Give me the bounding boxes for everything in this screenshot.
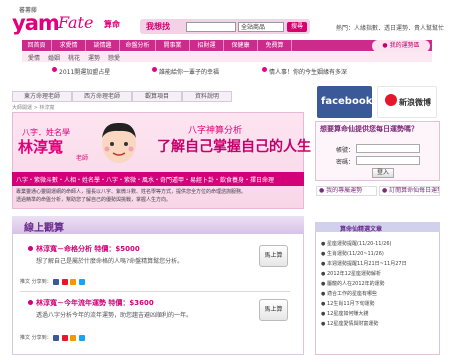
- search-category-select[interactable]: 全站商品: [238, 22, 284, 32]
- account-label: 帳號：: [336, 147, 355, 154]
- products-title: 線上觀算: [24, 223, 64, 234]
- buy-now-button[interactable]: 馬上算: [259, 245, 288, 267]
- share-row: 推文 分享到：: [20, 278, 86, 285]
- article-link[interactable]: ● 12星座愛情與財富運勢: [321, 320, 378, 327]
- divider: [20, 291, 290, 292]
- nav-item-wealth[interactable]: 招財運: [190, 40, 224, 51]
- logo-yam[interactable]: yam: [12, 11, 60, 35]
- featured-articles-title: 算命仙精選文章: [340, 226, 383, 233]
- search-button[interactable]: 搜尋: [287, 22, 307, 32]
- article-link[interactable]: ● 星座運勢提醒(11/20-11/26): [321, 240, 391, 247]
- product-description: 透過八字分析今年的流年運勢，助您趨吉避凶順利的一年。: [36, 312, 193, 319]
- facebook-icon[interactable]: [53, 278, 60, 285]
- search-label: 我想找: [146, 22, 170, 31]
- nav-item-free[interactable]: 免費算: [258, 40, 292, 51]
- subnav-item-dating[interactable]: 戀愛: [108, 53, 120, 62]
- buy-now-button[interactable]: 馬上算: [259, 299, 288, 321]
- twitter-icon[interactable]: [78, 334, 85, 341]
- bullet-icon: [28, 300, 33, 305]
- subnav-item-fortune[interactable]: 運勢: [88, 53, 100, 62]
- main-nav: 回首頁 求愛情 談情趣 命盤分析 開事業 招財運 保健康 免費算: [22, 40, 432, 51]
- logo-chinese: 算命: [104, 20, 120, 29]
- product-title[interactable]: 林淳寬－命格分析 特價：$5000: [36, 244, 140, 254]
- banner-specialties: 八字・紫微斗數・人相・姓名學・八字・紫微・風水・奇門遁甲・易經卜卦・飲食養身・擇…: [16, 177, 275, 184]
- tab-items[interactable]: 觀算項目: [132, 91, 182, 102]
- share-label: 推文 分享到：: [20, 335, 52, 341]
- sub-nav: [22, 52, 432, 62]
- bullet-icon: [28, 246, 33, 251]
- hot-links[interactable]: 熱門：人緣指數．透日運勢．貴人幫幫忙: [336, 23, 444, 32]
- account-field[interactable]: [356, 144, 420, 153]
- weibo-icon[interactable]: [61, 334, 68, 341]
- tab-info[interactable]: 資料說明: [182, 91, 232, 102]
- twitter-icon[interactable]: [78, 278, 85, 285]
- nav-item-love[interactable]: 求愛情: [52, 40, 86, 51]
- plurk-icon[interactable]: [70, 334, 77, 341]
- breadcrumb[interactable]: 大師開運 > 林淳寬: [12, 104, 54, 111]
- banner-description: 透過精準的命盤分析，幫助您了解自己的優勢與挑戰，掌握人生方向。: [16, 197, 172, 203]
- article-link[interactable]: ● 12星座如何賺大錢: [321, 310, 368, 317]
- nav-item-career[interactable]: 開事業: [156, 40, 190, 51]
- nav-item-home[interactable]: 回首頁: [22, 40, 52, 51]
- tab-eastern-masters[interactable]: 東方命理老師: [12, 91, 72, 102]
- subnav-item-peach[interactable]: 桃花: [68, 53, 80, 62]
- weibo-label: 新浪微博: [399, 98, 431, 107]
- news-bullet-icon: [52, 67, 57, 72]
- product-title[interactable]: 林淳寬－今年流年運勢 特價：$3600: [36, 298, 154, 308]
- news-item[interactable]: 情人事！你的今生姻緣有多深: [269, 67, 347, 76]
- article-link[interactable]: ● 本週運勢提醒11月21日~11月27日: [321, 260, 407, 267]
- share-label: 推文 分享到：: [20, 279, 52, 285]
- member-area-button[interactable]: ● 我的運勢區: [372, 40, 430, 52]
- banner-analysis: 八字神算分析: [188, 126, 243, 136]
- weibo-icon: [385, 94, 397, 106]
- password-field[interactable]: [356, 156, 420, 165]
- plurk-icon[interactable]: [70, 278, 77, 285]
- master-avatar-illustration: [102, 122, 136, 163]
- article-link[interactable]: ● 屬龍的人在2012年的運勢: [321, 280, 385, 287]
- search-input[interactable]: [186, 22, 236, 32]
- banner-slogan: 了解自己掌握自己的人生: [157, 139, 311, 155]
- fortune-box-title: 想要算命仙提供您每日運勢嗎？: [320, 125, 418, 133]
- password-label: 密碼：: [336, 159, 355, 166]
- share-row: 推文 分享到：: [20, 334, 86, 341]
- news-item[interactable]: 2011開運加盟占星: [59, 67, 110, 76]
- weibo-icon[interactable]: [61, 278, 68, 285]
- article-link[interactable]: ● 適合工作的星座有哪些: [321, 290, 377, 297]
- article-link[interactable]: ● 生肖運勢(11/20~11/26): [321, 250, 384, 257]
- master-name: 林淳寬: [18, 138, 64, 156]
- facebook-label: facebook: [321, 96, 373, 107]
- news-bullet-icon: [152, 67, 157, 72]
- logo-fate[interactable]: Fate: [58, 13, 93, 32]
- nav-item-health[interactable]: 保健康: [224, 40, 258, 51]
- news-bullet-icon: [262, 67, 267, 72]
- subscribe-fortune-link[interactable]: ● 訂閱算命仙每日運勢: [379, 186, 440, 196]
- subnav-item-love[interactable]: 愛情: [28, 53, 40, 62]
- facebook-icon[interactable]: [53, 334, 60, 341]
- product-description: 想了解自己是屬於什麼命格的人嗎?命盤精算幫您分析。: [36, 258, 184, 265]
- news-item[interactable]: 誰能給你一輩子的幸福: [159, 67, 219, 76]
- banner-description: 專業靈通心靈開運網的命師人，擅長以八字、紫微斗數、姓名學等方式，提供您全方位的命…: [16, 189, 247, 195]
- login-button[interactable]: 登入: [372, 168, 394, 178]
- nav-item-romance[interactable]: 談情趣: [86, 40, 120, 51]
- master-title: 老師: [76, 155, 89, 162]
- subnav-item-marriage[interactable]: 婚姻: [48, 53, 60, 62]
- nav-item-chart[interactable]: 命盤分析: [120, 40, 156, 51]
- article-link[interactable]: ● 2012年12星座運勢解析: [321, 270, 381, 277]
- article-link[interactable]: ● 12生肖11月下旬運勢: [321, 300, 375, 307]
- my-fortune-link[interactable]: ● 我的專屬運勢: [316, 186, 377, 196]
- tab-western-masters[interactable]: 西方命理老師: [72, 91, 132, 102]
